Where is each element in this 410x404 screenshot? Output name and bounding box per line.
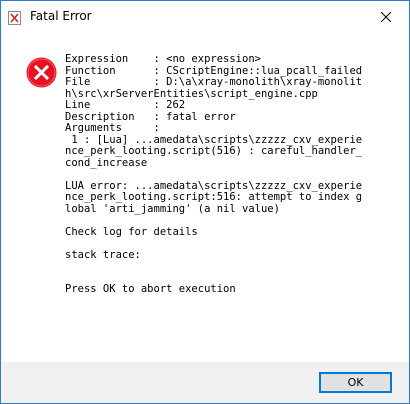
window-title: Fatal Error: [30, 9, 92, 23]
message-area: Expression : <no expression> Function : …: [1, 32, 409, 362]
error-icon: [26, 57, 57, 88]
xray-app-icon: [8, 10, 21, 25]
fatal-error-dialog: Fatal Error Expression : <no expression>…: [0, 0, 410, 404]
title-bar[interactable]: Fatal Error: [1, 1, 409, 32]
button-bar: OK: [1, 362, 409, 403]
error-message: Expression : <no expression> Function : …: [65, 53, 363, 295]
close-button[interactable]: [363, 1, 409, 32]
close-icon: [380, 7, 392, 26]
ok-button[interactable]: OK: [319, 372, 392, 393]
